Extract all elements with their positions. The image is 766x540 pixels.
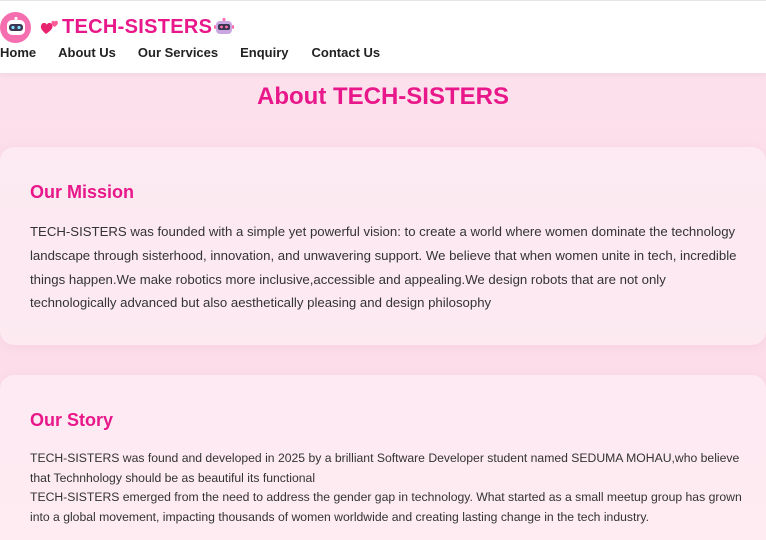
mission-text: TECH-SISTERS was founded with a simple y…: [30, 224, 737, 311]
nav-home[interactable]: Home: [0, 45, 36, 61]
nav-contact-us[interactable]: Contact Us: [312, 45, 381, 61]
nav-about-us[interactable]: About Us: [58, 45, 116, 61]
story-text: TECH-SISTERS was found and developed in …: [30, 449, 742, 527]
mission-heading: Our Mission: [30, 182, 135, 202]
site-header: TECH-SISTERS Home About Us Our Services …: [0, 0, 766, 73]
two-hearts-icon: [40, 18, 61, 36]
nav-enquiry[interactable]: Enquiry: [240, 45, 288, 61]
robot-icon: [214, 17, 235, 37]
robot-face-icon[interactable]: [0, 11, 31, 43]
story-card: Our Story TECH-SISTERS was found and dev…: [0, 375, 766, 540]
page-title: About TECH-SISTERS: [257, 83, 509, 110]
story-paragraph-2: TECH-SISTERS emerged from the need to ad…: [30, 490, 742, 524]
brand-name: TECH-SISTERS: [62, 16, 213, 38]
story-paragraph-1: TECH-SISTERS was found and developed in …: [30, 451, 740, 485]
story-heading: Our Story: [30, 410, 114, 430]
main-nav: Home About Us Our Services Enquiry Conta…: [0, 45, 380, 61]
mission-card: Our Mission TECH-SISTERS was founded wit…: [0, 147, 766, 345]
nav-our-services[interactable]: Our Services: [138, 45, 218, 61]
brand[interactable]: TECH-SISTERS: [0, 11, 235, 43]
